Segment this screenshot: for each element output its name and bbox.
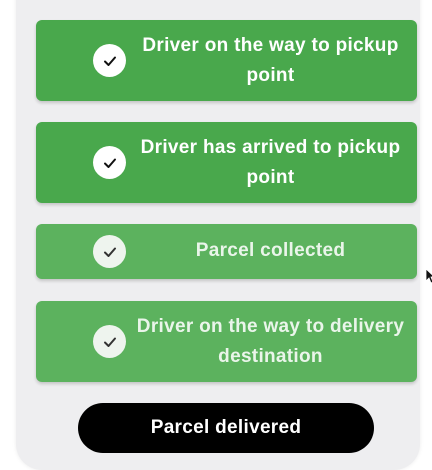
status-step-driver-arrived[interactable]: Driver has arrived to pickup point [36,122,417,203]
checkmark-icon [93,235,126,268]
status-step-label: Parcel collected [195,240,346,261]
status-step-parcel-collected[interactable]: Parcel collected [36,224,417,279]
checkmark-icon [93,325,126,358]
checkmark-icon [93,146,126,179]
status-step-label: Driver on the way to delivery destinatio… [136,316,405,367]
status-step-driver-to-pickup[interactable]: Driver on the way to pickup point [36,20,417,101]
mouse-cursor-icon [425,268,432,284]
checkmark-icon [93,44,126,77]
status-step-driver-to-destination[interactable]: Driver on the way to delivery destinatio… [36,301,417,382]
status-step-label: Driver on the way to pickup point [142,35,399,86]
status-step-label: Driver has arrived to pickup point [140,137,401,188]
parcel-delivered-button[interactable]: Parcel delivered [78,403,374,453]
